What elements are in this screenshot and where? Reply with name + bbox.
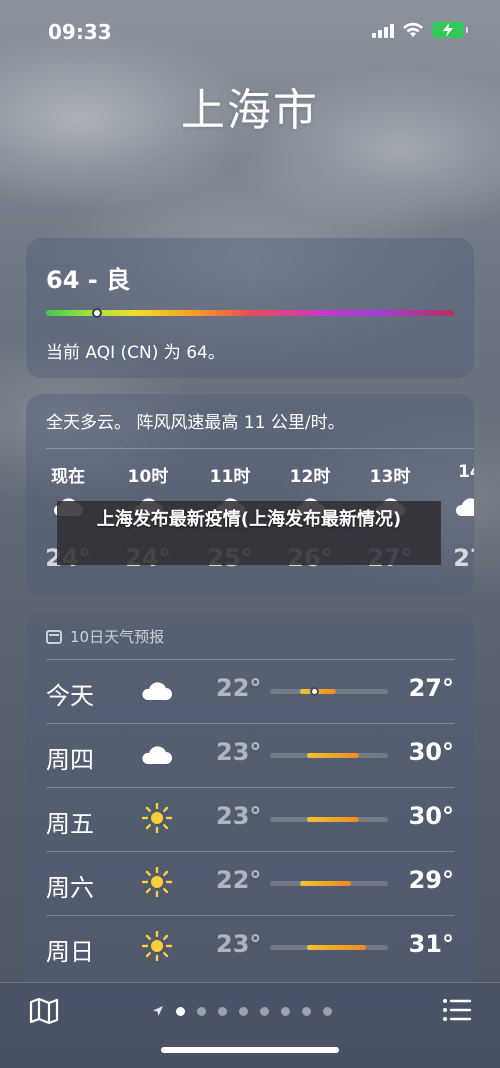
forecast-day: 周六 <box>46 874 94 902</box>
divider <box>46 787 454 788</box>
hour-label: 现在 <box>51 467 85 487</box>
sun-icon <box>141 931 173 961</box>
forecast-low: 23° <box>216 930 262 958</box>
temperature-range-fill <box>306 945 366 950</box>
aqi-card[interactable]: 64 - 良 当前 AQI (CN) 为 64。 <box>26 238 474 378</box>
aqi-scale-bar <box>46 308 454 318</box>
calendar-icon <box>46 629 62 644</box>
forecast-header: 10日天气预报 <box>46 626 164 647</box>
page-dot <box>281 1006 290 1016</box>
forecast-row[interactable]: 周五 23° 30° <box>26 787 474 851</box>
forecast-day: 周四 <box>46 746 94 774</box>
forecast-day: 周五 <box>46 810 94 838</box>
hourly-forecast-card[interactable]: 全天多云。 阵风风速最高 11 公里/时。 现在 24° 10时 24° 11时… <box>26 394 474 596</box>
forecast-row-today[interactable]: 今天 22° 27° <box>26 659 474 723</box>
forecast-day: 今天 <box>46 682 94 710</box>
divider <box>46 723 454 724</box>
page-dot <box>260 1006 269 1016</box>
forecast-header-label: 10日天气预报 <box>70 628 165 646</box>
hour-label: 12时 <box>289 467 331 487</box>
forecast-low: 23° <box>216 802 262 830</box>
temperature-range-bar <box>270 817 388 822</box>
divider <box>46 851 454 852</box>
sun-icon <box>141 867 173 897</box>
temperature-range-fill <box>306 817 359 822</box>
hour-label: 10时 <box>127 467 169 487</box>
page-dot <box>197 1006 206 1016</box>
temperature-range-fill <box>299 881 352 886</box>
status-icons <box>372 22 468 38</box>
cloud-icon <box>142 682 172 700</box>
aqi-title: 64 - 良 <box>46 266 131 294</box>
forecast-row[interactable]: 周四 23° 30° <box>26 723 474 787</box>
bottom-toolbar <box>0 982 500 1068</box>
news-headline-banner[interactable]: 上海发布最新疫情(上海发布最新情况) <box>57 501 441 565</box>
city-name: 上海市 <box>181 85 319 136</box>
hour-label: 13时 <box>369 467 411 487</box>
cloud-icon <box>142 746 172 764</box>
forecast-low: 22° <box>216 674 262 702</box>
page-dot <box>218 1006 227 1016</box>
forecast-day: 周日 <box>46 938 94 966</box>
map-icon[interactable] <box>28 997 60 1025</box>
news-headline-text: 上海发布最新疫情(上海发布最新情况) <box>96 509 402 530</box>
temperature-range-bar <box>270 686 388 696</box>
home-indicator <box>161 1047 339 1053</box>
divider <box>46 915 454 916</box>
divider <box>46 448 474 449</box>
page-dot <box>176 1006 185 1016</box>
forecast-row[interactable]: 周六 22° 29° <box>26 851 474 915</box>
hour-label: 11时 <box>209 467 251 487</box>
forecast-high: 27° <box>408 674 454 702</box>
battery-icon <box>432 22 468 38</box>
hourly-summary: 全天多云。 阵风风速最高 11 公里/时。 <box>46 413 345 433</box>
forecast-high: 31° <box>408 930 454 958</box>
temperature-range-fill <box>306 753 359 758</box>
page-indicator[interactable] <box>152 1005 332 1017</box>
forecast-low: 22° <box>216 866 262 894</box>
temperature-range-bar <box>270 881 388 886</box>
page-dot <box>239 1006 248 1016</box>
forecast-row[interactable]: 周日 23° 31° <box>26 915 474 979</box>
page-dot <box>302 1006 311 1016</box>
list-icon[interactable] <box>442 997 472 1023</box>
divider <box>46 659 454 660</box>
wifi-icon <box>403 22 423 37</box>
hour-label: 14 <box>458 462 474 482</box>
location-arrow-icon <box>153 1006 163 1016</box>
current-temperature-dot <box>309 686 319 696</box>
forecast-high: 29° <box>408 866 454 894</box>
sun-icon <box>141 803 173 833</box>
forecast-high: 30° <box>408 802 454 830</box>
temperature-range-bar <box>270 753 388 758</box>
cellular-signal-icon <box>372 22 394 38</box>
aqi-description: 当前 AQI (CN) 为 64。 <box>46 343 225 363</box>
page-dot <box>323 1006 332 1016</box>
ten-day-forecast-card[interactable]: 10日天气预报 今天 22° 27° 周四 23° 30° 周五 23° 30°… <box>26 612 474 1012</box>
forecast-high: 30° <box>408 738 454 766</box>
status-time: 09:33 <box>48 20 112 44</box>
forecast-low: 23° <box>216 738 262 766</box>
temperature-range-bar <box>270 945 388 950</box>
aqi-indicator-dot <box>92 308 103 318</box>
